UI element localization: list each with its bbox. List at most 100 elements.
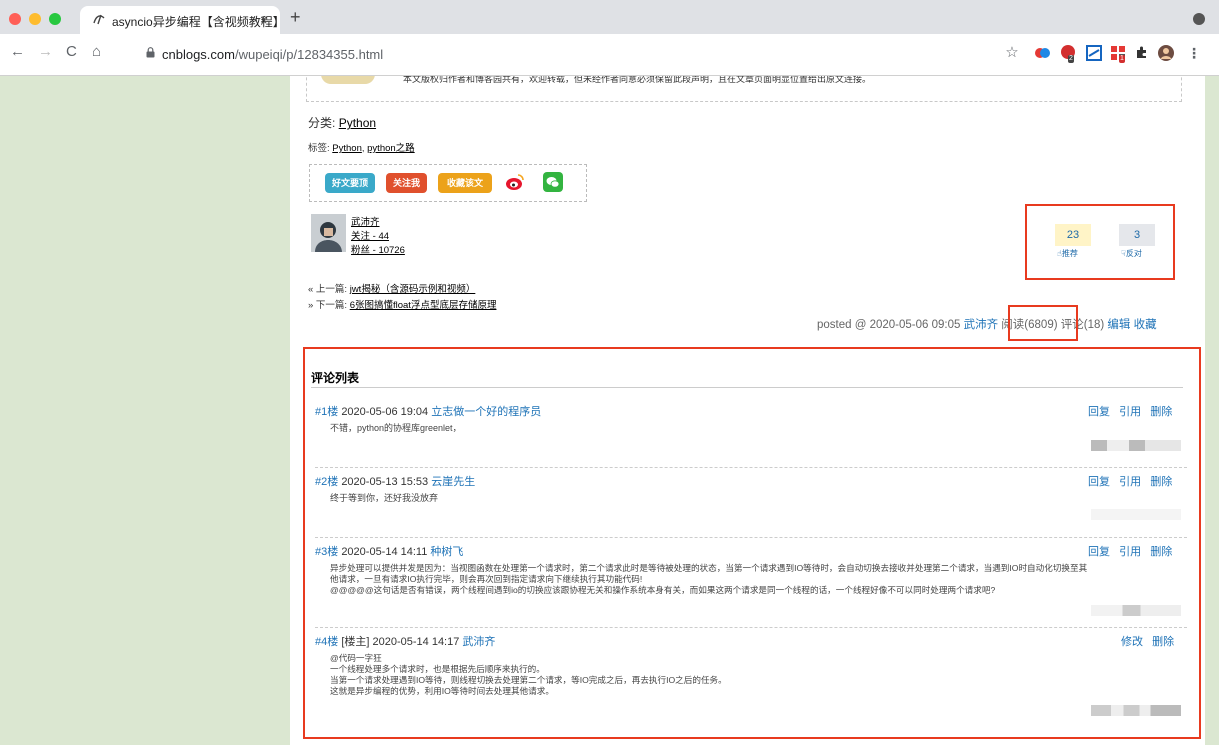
comment-floor-link[interactable]: #2楼 — [315, 476, 338, 488]
follow-button[interactable]: 关注我 — [386, 173, 427, 193]
copyright-text: 本文版权归作者和博客园共有，欢迎转载，但未经作者同意必须保留此段声明，且在文章页… — [403, 76, 872, 84]
comment-user-link[interactable]: 种树飞 — [430, 546, 463, 558]
browser-profile-icon[interactable] — [1193, 13, 1205, 25]
comment-line: @@@@@这句话是否有错误，两个线程间遇到io的切换应该跟协程无关和操作系统本身… — [330, 585, 996, 595]
close-window-button[interactable] — [9, 13, 21, 25]
digg-button[interactable]: 好文要顶 — [325, 173, 375, 193]
back-button[interactable]: ← — [10, 44, 25, 60]
downvote-label[interactable]: ☟反对 — [1121, 248, 1142, 259]
copyright-notice: 本文版权归作者和博客园共有，欢迎转载，但未经作者同意必须保留此段声明，且在文章页… — [306, 76, 1182, 102]
previous-post: « 上一篇: jwt揭秘（含源码示例和视频） — [308, 281, 475, 295]
zoom-window-button[interactable] — [49, 13, 61, 25]
comment-line: 当第一个请求处理遇到IO等待，则线程切换去处理第二个请求，等IO完成之后，再去执… — [330, 675, 727, 685]
divider — [311, 387, 1183, 388]
profile-icon[interactable] — [1158, 45, 1174, 61]
read-count-highlight — [1008, 305, 1078, 341]
menu-icon[interactable]: ⋮ — [1186, 45, 1202, 61]
upvote-count[interactable]: 23 — [1055, 224, 1091, 246]
quote-link[interactable]: 引用 — [1119, 406, 1141, 418]
author-avatar[interactable] — [311, 214, 346, 252]
reload-button[interactable]: C — [66, 44, 77, 60]
post-description: posted @ 2020-05-06 09:05 武沛齐 阅读(6809) 评… — [817, 316, 1157, 332]
share-box: 好文要顶 关注我 收藏该文 — [309, 164, 587, 202]
author-fans-link[interactable]: 粉丝 - 10726 — [351, 242, 405, 256]
home-button[interactable]: ⌂ — [92, 44, 101, 60]
vote-box-highlight: 23 ☝推荐 3 ☟反对 — [1025, 204, 1175, 280]
divider — [315, 627, 1187, 628]
comment-floor-link[interactable]: #1楼 — [315, 406, 338, 418]
comment-body: 异步处理可以提供并发是因为：当视图函数在处理第一个请求时，第二个请求此时是等待被… — [330, 563, 1087, 596]
puzzle-icon[interactable] — [1134, 45, 1150, 61]
minimize-window-button[interactable] — [29, 13, 41, 25]
comment-line: @代码一字狂 — [330, 653, 382, 663]
comment-body: 终于等到你，还好我没放弃 — [330, 493, 438, 504]
divider — [315, 537, 1187, 538]
delete-link[interactable]: 删除 — [1150, 546, 1172, 558]
post-category: 分类: Python — [308, 114, 376, 131]
browser-tab-bar: asyncio异步编程【含视频教程】 × + — [0, 0, 1219, 34]
reply-link[interactable]: 回复 — [1088, 546, 1110, 558]
wechat-share-icon[interactable] — [543, 172, 563, 192]
browser-tab[interactable]: asyncio异步编程【含视频教程】 × — [80, 6, 285, 34]
extension-icon[interactable]: 1 — [1110, 45, 1126, 63]
comment-actions: 回复 引用 删除 — [1088, 403, 1172, 419]
quote-link[interactable]: 引用 — [1119, 546, 1141, 558]
reply-link[interactable]: 回复 — [1088, 476, 1110, 488]
comment-date: 2020-05-06 19:04 — [341, 406, 429, 418]
comment-user-link[interactable]: 立志做一个好的程序员 — [431, 406, 541, 418]
author-following-link[interactable]: 关注 - 44 — [351, 228, 389, 242]
comment-date: 2020-05-14 14:17 — [372, 636, 460, 648]
comment-body: @代码一字狂 一个线程处理多个请求时，也是根据先后顺序来执行的。 当第一个请求处… — [330, 653, 727, 697]
browser-toolbar: ← → C ⌂ cnblogs.com/wupeiqi/p/12834355.h… — [0, 34, 1219, 76]
extension-icon[interactable] — [1034, 45, 1050, 61]
comment-actions: 回复 引用 删除 — [1088, 543, 1172, 559]
forward-button[interactable]: → — [38, 44, 53, 60]
modify-link[interactable]: 修改 — [1121, 636, 1143, 648]
reply-link[interactable]: 回复 — [1088, 406, 1110, 418]
comment-line: 异步处理可以提供并发是因为：当视图函数在处理第一个请求时，第二个请求此时是等待被… — [330, 563, 1088, 573]
tag-link[interactable]: Python — [332, 143, 362, 154]
delete-link[interactable]: 删除 — [1150, 406, 1172, 418]
new-tab-button[interactable]: + — [290, 8, 301, 26]
comment-floor-link[interactable]: #3楼 — [315, 546, 338, 558]
next-post: » 下一篇: 6张图搞懂float浮点型底层存储原理 — [308, 297, 496, 311]
comment-body: 不错，python的协程库greenlet， — [330, 423, 462, 434]
obscured-content — [1091, 509, 1181, 520]
comment-date: 2020-05-14 14:11 — [341, 546, 428, 558]
comment-line: 他请求，一旦有请求IO执行完毕，则会再次回到指定请求向下继续执行其功能代码! — [330, 574, 643, 584]
tags-label: 标签: — [308, 143, 330, 154]
delete-link[interactable]: 删除 — [1152, 636, 1174, 648]
author-name-link[interactable]: 武沛齐 — [351, 214, 380, 228]
quote-link[interactable]: 引用 — [1119, 476, 1141, 488]
category-link[interactable]: Python — [339, 116, 376, 130]
weibo-share-icon[interactable] — [505, 173, 525, 191]
downvote-count[interactable]: 3 — [1119, 224, 1155, 246]
site-favicon-icon — [92, 12, 106, 29]
comment-user-link[interactable]: 武沛齐 — [462, 636, 495, 648]
delete-link[interactable]: 删除 — [1150, 476, 1172, 488]
comment-user-link[interactable]: 云崖先生 — [431, 476, 475, 488]
address-bar[interactable]: cnblogs.com/wupeiqi/p/12834355.html — [136, 42, 991, 66]
comment-floor-link[interactable]: #4楼 — [315, 636, 338, 648]
previous-post-link[interactable]: jwt揭秘（含源码示例和视频） — [350, 284, 476, 295]
favorite-button[interactable]: 收藏该文 — [438, 173, 492, 193]
left-sidebar — [0, 76, 290, 745]
tab-close-icon[interactable]: × — [260, 12, 268, 27]
collect-post-link[interactable]: 收藏 — [1134, 319, 1157, 331]
edit-post-link[interactable]: 编辑 — [1107, 319, 1130, 331]
comment-header: #1楼 2020-05-06 19:04 立志做一个好的程序员 — [315, 403, 541, 419]
upvote-label[interactable]: ☝推荐 — [1057, 248, 1078, 259]
star-icon[interactable]: ☆ — [1004, 45, 1020, 61]
tag-separator: , — [361, 143, 365, 154]
post-author-link[interactable]: 武沛齐 — [964, 319, 999, 331]
url-domain: cnblogs.com — [162, 47, 235, 62]
tag-link[interactable]: python之路 — [367, 143, 415, 154]
extension-icon[interactable] — [1086, 45, 1102, 61]
extension-icon[interactable]: 2 — [1060, 45, 1076, 63]
comment-list-title: 评论列表 — [311, 371, 360, 385]
divider — [315, 467, 1187, 468]
page-content: 本文版权归作者和博客园共有，欢迎转载，但未经作者同意必须保留此段声明，且在文章页… — [0, 76, 1219, 745]
next-post-link[interactable]: 6张图搞懂float浮点型底层存储原理 — [350, 300, 497, 311]
comment-date: 2020-05-13 15:53 — [341, 476, 429, 488]
post-date: posted @ 2020-05-06 09:05 — [817, 319, 961, 331]
